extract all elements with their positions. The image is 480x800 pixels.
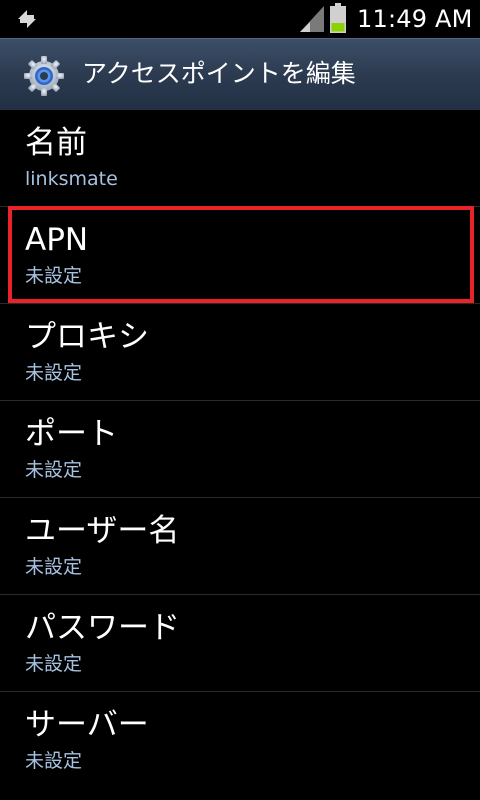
setting-row-name[interactable]: 名前 linksmate bbox=[0, 110, 480, 207]
battery-icon bbox=[330, 3, 346, 33]
setting-label: サーバー bbox=[25, 707, 149, 743]
gear-icon bbox=[24, 56, 64, 96]
sync-icon bbox=[18, 10, 36, 28]
setting-row-password[interactable]: パスワード 未設定 bbox=[0, 595, 480, 692]
setting-row-username[interactable]: ユーザー名 未設定 bbox=[0, 498, 480, 595]
setting-value: 未設定 bbox=[25, 653, 83, 675]
setting-label: パスワード bbox=[25, 610, 180, 646]
signal-icon bbox=[300, 6, 324, 32]
page-title: アクセスポイントを編集 bbox=[82, 59, 356, 88]
setting-value: linksmate bbox=[25, 168, 118, 190]
setting-value: 未設定 bbox=[25, 750, 83, 772]
status-bar: 11:49 AM bbox=[0, 0, 480, 38]
setting-label: ユーザー名 bbox=[25, 513, 180, 549]
setting-value: 未設定 bbox=[25, 556, 83, 578]
setting-row-server[interactable]: サーバー 未設定 bbox=[0, 692, 480, 789]
setting-value: 未設定 bbox=[25, 362, 83, 384]
apn-highlight-box bbox=[8, 206, 474, 303]
setting-label: ポート bbox=[25, 416, 118, 452]
status-time: 11:49 AM bbox=[357, 5, 473, 33]
setting-row-port[interactable]: ポート 未設定 bbox=[0, 401, 480, 498]
setting-value: 未設定 bbox=[25, 459, 83, 481]
setting-label: 名前 bbox=[25, 125, 87, 161]
setting-row-proxy[interactable]: プロキシ 未設定 bbox=[0, 304, 480, 401]
setting-label: プロキシ bbox=[25, 319, 149, 355]
title-bar: アクセスポイントを編集 bbox=[0, 38, 480, 110]
